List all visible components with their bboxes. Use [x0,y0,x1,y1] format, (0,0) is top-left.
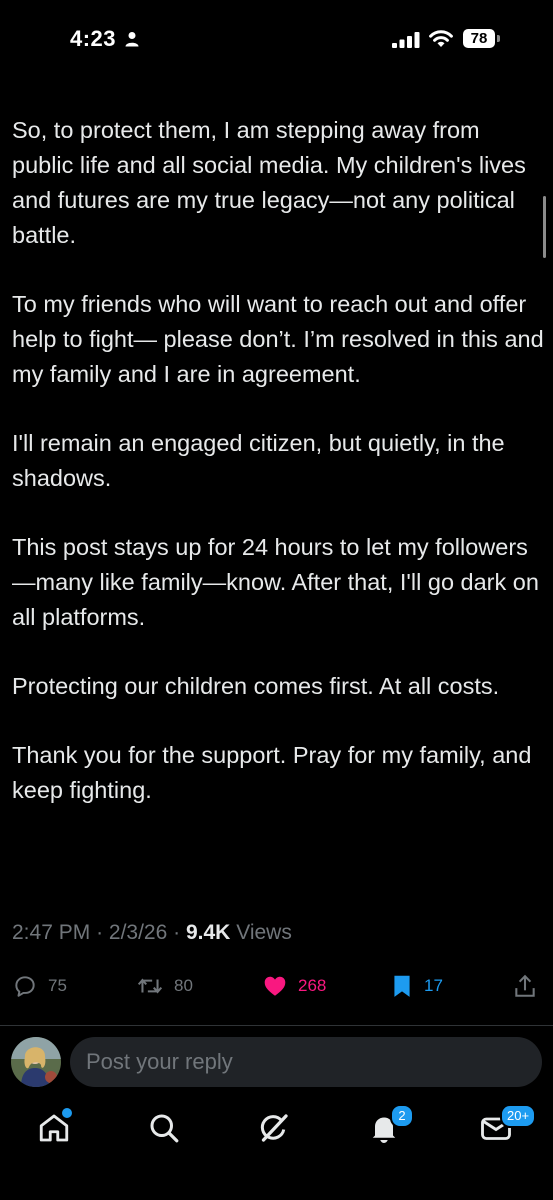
post-text: So, to protect them, I am stepping away … [12,113,547,842]
wifi-icon [429,30,453,47]
repost-button[interactable]: 80 [136,968,193,1004]
bookmark-filled-icon [394,975,410,997]
like-count: 268 [298,976,327,995]
share-icon [515,974,535,997]
bottom-nav [0,1096,553,1200]
divider [0,1025,553,1026]
post-paragraph: Thank you for the support. Pray for my f… [12,742,532,803]
battery-tip [497,35,500,42]
reply-input[interactable] [70,1037,542,1087]
avatar-image [11,1037,61,1087]
reply-icon [15,976,35,997]
views-label: Views [236,921,292,944]
home-new-dot [60,1106,74,1120]
reply-button[interactable]: 75 [12,968,67,1004]
meta-separator: · [96,921,104,944]
battery-indicator: 78 [463,29,495,48]
nav-grok[interactable] [256,1110,296,1146]
cellular-signal-icon [392,32,420,48]
person-icon [125,32,139,47]
post-paragraph: I'll remain an engaged citizen, but quie… [12,430,505,491]
nav-search[interactable] [146,1110,186,1146]
bookmark-button[interactable]: 17 [390,968,443,1004]
post-time: 2:47 PM [12,921,91,944]
post-actions: 75 80 268 17 [0,968,553,1004]
search-icon [150,1114,179,1143]
post-paragraph: This post stays up for 24 hours to let m… [12,534,539,630]
grok-icon [260,1114,288,1142]
reply-count: 75 [48,976,67,995]
repost-count: 80 [174,976,193,995]
messages-badge: 20+ [500,1104,537,1128]
post-meta: 2:47 PM · 2/3/26 · 9.4K Views [12,921,292,945]
bookmark-count: 17 [424,976,443,995]
notifications-badge: 2 [390,1104,414,1128]
meta-separator: · [173,921,181,944]
post-date: 2/3/26 [108,921,168,944]
heart-filled-icon [264,976,286,996]
post-paragraph: Protecting our children comes first. At … [12,673,500,699]
status-bar: 4:23 78 [0,0,553,86]
like-button[interactable]: 268 [262,968,326,1004]
share-button[interactable] [513,968,537,1004]
post-paragraph: To my friends who will want to reach out… [12,291,544,387]
status-time: 4:23 [70,26,117,51]
repost-icon [137,978,163,994]
views-count: 9.4K [185,921,231,944]
post-paragraph: So, to protect them, I am stepping away … [12,117,526,248]
user-avatar[interactable] [11,1037,61,1087]
